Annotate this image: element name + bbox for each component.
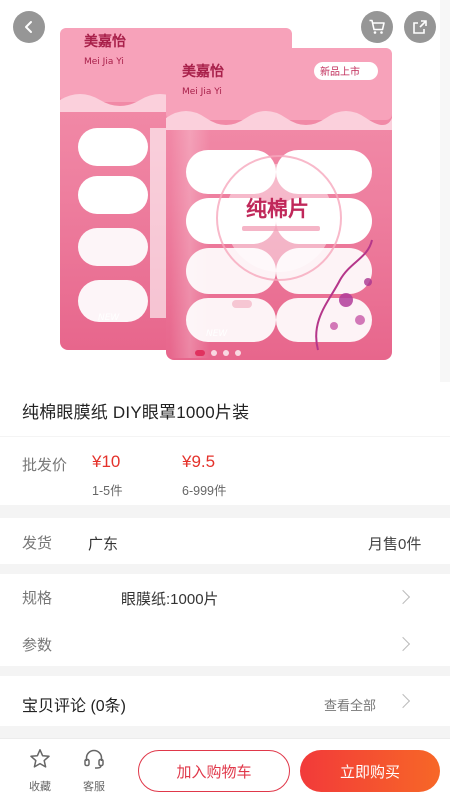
reviews-title: 宝贝评论 (0条) <box>22 698 127 715</box>
customer-service-button[interactable]: 客服 <box>76 747 112 794</box>
back-button[interactable] <box>13 11 45 43</box>
shopping-cart-icon <box>369 19 385 34</box>
spec-value: 眼膜纸:1000片 <box>121 591 219 608</box>
product-image-carousel[interactable]: 美嘉怡 Mei Jia Yi NEW 美嘉怡 Mei Jia Yi 新品上市 纯… <box>0 0 450 382</box>
params-label: 参数 <box>22 637 53 654</box>
carousel-indicator <box>195 350 241 356</box>
share-icon <box>413 20 427 34</box>
see-all-reviews-link[interactable]: 查看全部 <box>324 695 376 714</box>
center-label-text: 纯棉片 <box>246 196 309 221</box>
favorite-button[interactable]: 收藏 <box>22 747 58 794</box>
chevron-right-icon <box>395 589 411 605</box>
add-to-cart-button[interactable]: 加入购物车 <box>138 750 290 792</box>
carousel-dot[interactable] <box>195 350 205 356</box>
monthly-sales: 月售0件 <box>368 536 422 553</box>
product-title: 纯棉眼膜纸 DIY眼罩1000片装 <box>22 403 250 422</box>
chevron-left-icon <box>25 21 32 33</box>
chevron-right-icon <box>395 636 411 652</box>
shipping-label: 发货 <box>22 535 53 552</box>
brand-cn-text-back: 美嘉怡 <box>84 33 126 50</box>
carousel-dot[interactable] <box>235 350 241 356</box>
brand-en-text-back: Mei Jia Yi <box>84 57 124 67</box>
shipping-section: 发货 广东 月售0件 <box>0 518 450 564</box>
price-tier-1: ¥10 <box>92 452 121 471</box>
product-photo: 美嘉怡 Mei Jia Yi NEW 美嘉怡 Mei Jia Yi 新品上市 纯… <box>60 0 450 382</box>
brand-en-text: Mei Jia Yi <box>182 87 222 97</box>
brand-cn-text: 美嘉怡 <box>182 63 224 80</box>
spec-label: 规格 <box>22 590 53 607</box>
price-tier-1-range: 1-5件 <box>92 484 123 498</box>
buy-now-button[interactable]: 立即购买 <box>300 750 440 792</box>
wholesale-price-label: 批发价 <box>22 457 68 474</box>
chevron-right-icon[interactable] <box>395 693 411 709</box>
shipping-origin: 广东 <box>88 536 119 553</box>
new-arrival-badge: 新品上市 <box>320 65 360 78</box>
bottom-action-bar: 收藏 客服 加入购物车 立即购买 <box>0 738 450 800</box>
spec-section: 规格 眼膜纸:1000片 参数 <box>0 574 450 666</box>
price-section: 批发价 ¥10 1-5件 ¥9.5 6-999件 <box>0 437 450 505</box>
service-label: 客服 <box>83 781 105 793</box>
share-button[interactable] <box>404 11 436 43</box>
star-icon <box>30 749 50 768</box>
carousel-dot[interactable] <box>223 350 229 356</box>
price-tier-2-range: 6-999件 <box>182 484 227 498</box>
product-title-section: 纯棉眼膜纸 DIY眼罩1000片装 <box>0 382 450 436</box>
favorite-label: 收藏 <box>29 781 51 793</box>
headset-icon <box>84 749 104 769</box>
spec-row[interactable]: 规格 眼膜纸:1000片 <box>0 574 450 620</box>
cart-button[interactable] <box>361 11 393 43</box>
carousel-dot[interactable] <box>211 350 217 356</box>
new-tag-back: NEW <box>98 313 120 323</box>
reviews-section: 宝贝评论 (0条) 查看全部 <box>0 676 450 726</box>
params-row[interactable]: 参数 <box>0 620 450 666</box>
price-tier-2: ¥9.5 <box>182 452 216 471</box>
